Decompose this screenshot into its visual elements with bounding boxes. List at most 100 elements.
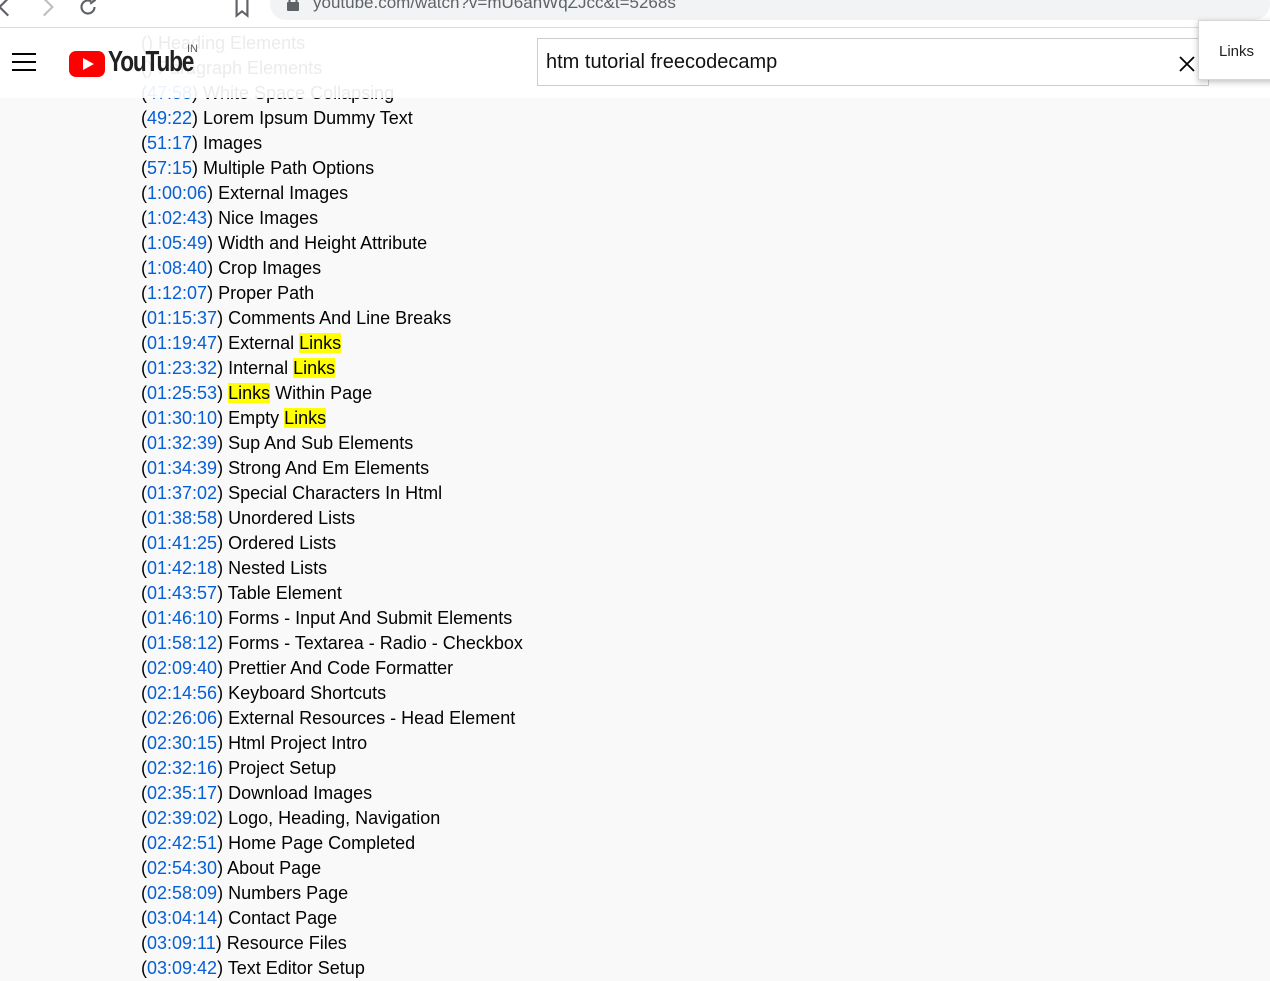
paren: ) [217, 508, 229, 528]
chapter-title: Contact Page [228, 908, 338, 928]
paren: ) [207, 283, 219, 303]
chapter-item: (49:22) Lorem Ipsum Dummy Text [141, 106, 741, 131]
chapter-timestamp-link[interactable]: 01:38:58 [147, 508, 217, 528]
chapter-timestamp-link[interactable]: 02:32:16 [147, 758, 217, 778]
clear-search-icon[interactable] [1176, 53, 1198, 75]
chapter-title: Lorem Ipsum Dummy Text [203, 108, 413, 128]
paren: ) [217, 533, 229, 553]
paren: ) [215, 933, 227, 953]
chapter-timestamp-link[interactable]: 1:05:49 [147, 233, 207, 253]
back-icon[interactable] [0, 0, 18, 20]
chapter-timestamp-link[interactable]: 01:32:39 [147, 433, 217, 453]
chapter-title: External Images [218, 183, 349, 203]
chapter-timestamp-link[interactable]: 02:30:15 [147, 733, 217, 753]
chapter-title: Numbers Page [228, 883, 349, 903]
paren: ) [192, 133, 204, 153]
chapter-title: Multiple Path Options [203, 158, 375, 178]
chapter-timestamp-link[interactable]: 01:42:18 [147, 558, 217, 578]
paren: ) [207, 233, 219, 253]
find-query[interactable]: Links [1219, 43, 1254, 60]
chapter-item: (02:58:09) Numbers Page [141, 881, 741, 906]
chapter-item: (01:15:37) Comments And Line Breaks [141, 306, 741, 331]
search-box[interactable] [537, 38, 1209, 86]
bookmark-icon[interactable] [229, 0, 255, 20]
chapter-item: (57:15) Multiple Path Options [141, 156, 741, 181]
chapter-item: (01:30:10) Empty Links [141, 406, 741, 431]
chapter-timestamp-link[interactable]: 01:30:10 [147, 408, 217, 428]
chapter-title: Special Characters In Html [228, 483, 443, 503]
chapter-item: (03:04:14) Contact Page [141, 906, 741, 931]
paren: ) [207, 208, 219, 228]
chapter-title: Nested Lists [228, 558, 328, 578]
paren: ) [217, 908, 229, 928]
reload-icon[interactable] [75, 0, 101, 20]
chapter-timestamp-link[interactable]: 02:58:09 [147, 883, 217, 903]
country-code: IN [187, 43, 198, 55]
paren: ) [192, 108, 204, 128]
chapter-title: Table Element [227, 583, 342, 603]
find-match-highlight: Links [299, 333, 342, 353]
chapter-timestamp-link[interactable]: 57:15 [147, 158, 192, 178]
chapter-timestamp-link[interactable]: 02:09:40 [147, 658, 217, 678]
paren: ) [217, 658, 229, 678]
chapter-title: Forms - Input And Submit Elements [228, 608, 513, 628]
chapter-title: Sup And Sub Elements [228, 433, 414, 453]
chapter-title: Resource Files [226, 933, 347, 953]
chapter-timestamp-link[interactable]: 01:34:39 [147, 458, 217, 478]
url-text[interactable]: youtube.com/watch?v=mU6anWqZJcc&t=5268s [313, 0, 676, 13]
find-in-page-popup[interactable]: Links [1198, 20, 1270, 80]
chapter-item: (51:17) Images [141, 131, 741, 156]
paren: ) [217, 433, 229, 453]
chapter-timestamp-link[interactable]: 02:54:30 [147, 858, 217, 878]
chapter-timestamp-link[interactable]: 1:08:40 [147, 258, 207, 278]
chapter-timestamp-link[interactable]: 1:00:06 [147, 183, 207, 203]
chapter-timestamp-link[interactable]: 01:23:32 [147, 358, 217, 378]
chapter-timestamp-link[interactable]: 03:09:42 [147, 958, 217, 978]
chapter-timestamp-link[interactable]: 1:02:43 [147, 208, 207, 228]
chapter-timestamp-link[interactable]: 02:14:56 [147, 683, 217, 703]
chapter-timestamp-link[interactable]: 02:39:02 [147, 808, 217, 828]
chapter-item: (1:00:06) External Images [141, 181, 741, 206]
search-input[interactable] [538, 39, 1166, 85]
chapter-timestamp-link[interactable]: 01:37:02 [147, 483, 217, 503]
description-chapter-list: () Heading Elements() Paragraph Elements… [141, 31, 741, 981]
chapter-title: Links Within Page [228, 383, 373, 403]
chapter-timestamp-link[interactable]: 01:15:37 [147, 308, 217, 328]
chapter-timestamp-link[interactable]: 1:12:07 [147, 283, 207, 303]
chapter-timestamp-link[interactable]: 01:58:12 [147, 633, 217, 653]
chapter-title: Keyboard Shortcuts [228, 683, 387, 703]
forward-icon[interactable] [34, 0, 60, 20]
chapter-title: Text Editor Setup [227, 958, 365, 978]
chapter-timestamp-link[interactable]: 49:22 [147, 108, 192, 128]
chapter-title: Nice Images [218, 208, 319, 228]
paren: ) [217, 758, 229, 778]
paren: ) [207, 183, 219, 203]
hamburger-menu-icon[interactable] [12, 53, 36, 73]
chapter-timestamp-link[interactable]: 01:25:53 [147, 383, 217, 403]
paren: ) [217, 483, 229, 503]
chapter-item: (1:05:49) Width and Height Attribute [141, 231, 741, 256]
chapter-timestamp-link[interactable]: 03:04:14 [147, 908, 217, 928]
paren: ) [217, 958, 228, 978]
youtube-wordmark[interactable]: YouTube [108, 46, 194, 79]
chapter-timestamp-link[interactable]: 02:42:51 [147, 833, 217, 853]
chapter-item: (01:58:12) Forms - Textarea - Radio - Ch… [141, 631, 741, 656]
chapter-item: (02:54:30) About Page [141, 856, 741, 881]
chapter-title: Project Setup [228, 758, 337, 778]
youtube-logo-icon[interactable] [69, 51, 105, 77]
chapter-timestamp-link[interactable]: 01:41:25 [147, 533, 217, 553]
chapter-timestamp-link[interactable]: 02:35:17 [147, 783, 217, 803]
chapter-timestamp-link[interactable]: 01:19:47 [147, 333, 217, 353]
paren: ) [207, 258, 219, 278]
chapter-timestamp-link[interactable]: 51:17 [147, 133, 192, 153]
chapter-timestamp-link[interactable]: 03:09:11 [147, 933, 216, 953]
chapter-item: (01:38:58) Unordered Lists [141, 506, 741, 531]
chapter-timestamp-link[interactable]: 01:46:10 [147, 608, 217, 628]
paren: ) [217, 383, 229, 403]
paren: ) [217, 733, 229, 753]
chapter-item: (02:35:17) Download Images [141, 781, 741, 806]
chapter-timestamp-link[interactable]: 02:26:06 [147, 708, 217, 728]
chapter-timestamp-link[interactable]: 01:43:57 [147, 583, 217, 603]
paren: ) [217, 858, 228, 878]
paren: ) [217, 308, 229, 328]
